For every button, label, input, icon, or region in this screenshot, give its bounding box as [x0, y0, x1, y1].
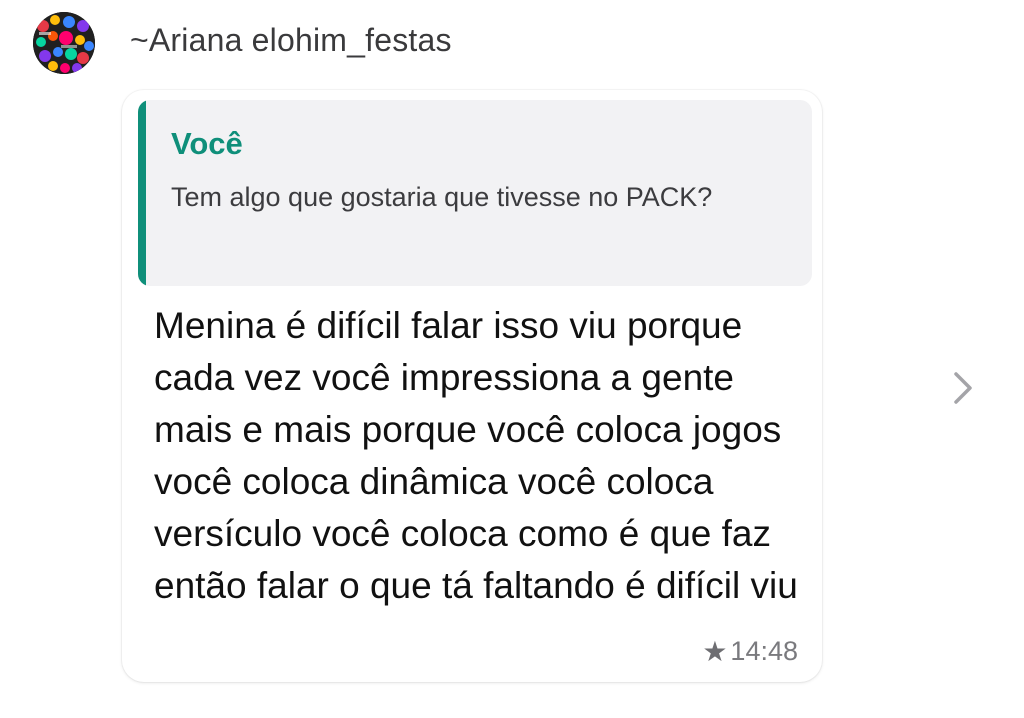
- quoted-message[interactable]: Você Tem algo que gostaria que tivesse n…: [138, 100, 812, 286]
- sender-name[interactable]: ~Ariana elohim_festas: [130, 22, 452, 59]
- message-text: Menina é difícil falar isso viu porque c…: [154, 305, 798, 606]
- message-time: 14:48: [730, 636, 798, 666]
- sender-avatar[interactable]: [33, 12, 95, 74]
- chevron-right-icon[interactable]: [948, 370, 978, 406]
- quoted-text: Tem algo que gostaria que tivesse no PAC…: [171, 182, 713, 212]
- star-icon: ★: [702, 635, 728, 667]
- quoted-author: Você: [171, 126, 243, 161]
- quote-accent-bar: [138, 100, 146, 286]
- message-meta: ★ 14:48: [702, 636, 798, 667]
- colorful-confetti-avatar-icon: [33, 12, 95, 74]
